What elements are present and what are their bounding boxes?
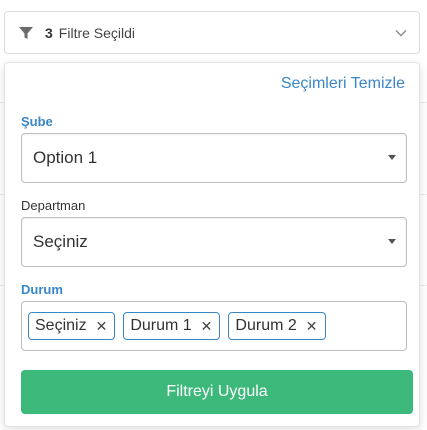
filter-funnel-icon xyxy=(19,26,33,39)
departman-label: Departman xyxy=(21,198,86,213)
departman-select[interactable]: Seçiniz xyxy=(21,217,407,267)
tag-label: Seçiniz xyxy=(35,317,87,334)
remove-tag-icon[interactable]: ✕ xyxy=(201,318,213,335)
filter-panel: Seçimleri Temizle Şube Option 1 Departma… xyxy=(4,62,420,427)
durum-label: Durum xyxy=(21,282,63,297)
tag-label: Durum 1 xyxy=(130,317,192,334)
filter-count: 3 xyxy=(45,24,53,41)
background-divider xyxy=(420,102,427,103)
chevron-down-icon xyxy=(395,30,407,37)
filter-toggle[interactable]: 3 Filtre Seçildi xyxy=(4,11,420,54)
remove-tag-icon[interactable]: ✕ xyxy=(306,318,318,335)
caret-down-icon xyxy=(388,239,396,244)
sube-label: Şube xyxy=(21,114,53,129)
filter-widget: 3 Filtre Seçildi Seçimleri Temizle Şube … xyxy=(0,0,427,430)
caret-down-icon xyxy=(388,155,396,160)
filter-summary-label: Filtre Seçildi xyxy=(58,24,136,41)
clear-selections-link[interactable]: Seçimleri Temizle xyxy=(281,75,405,93)
apply-filter-button[interactable]: Filtreyi Uygula xyxy=(21,370,413,414)
durum-tag: Seçiniz ✕ xyxy=(28,312,116,340)
durum-tag: Durum 1 ✕ xyxy=(123,312,221,340)
sube-selected-value: Option 1 xyxy=(33,148,98,167)
background-divider xyxy=(420,194,427,195)
departman-selected-value: Seçiniz xyxy=(33,232,88,251)
background-divider xyxy=(420,285,427,286)
tag-label: Durum 2 xyxy=(235,317,297,334)
durum-multiselect[interactable]: Seçiniz ✕ Durum 1 ✕ Durum 2 ✕ xyxy=(21,301,407,351)
remove-tag-icon[interactable]: ✕ xyxy=(96,318,108,335)
sube-select[interactable]: Option 1 xyxy=(21,133,407,183)
durum-tag: Durum 2 ✕ xyxy=(228,312,326,340)
